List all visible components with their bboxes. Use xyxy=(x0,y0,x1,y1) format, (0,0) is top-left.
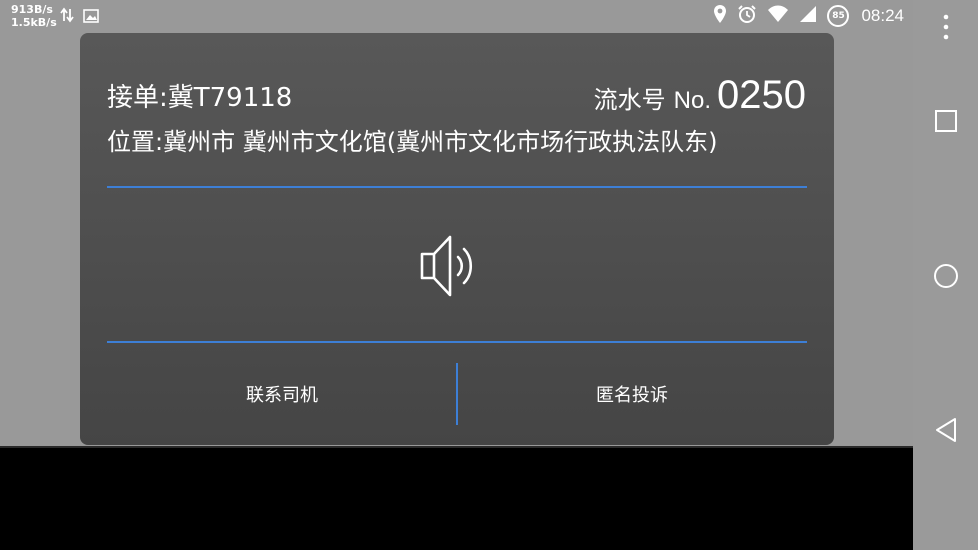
serial-label: 流水号 xyxy=(593,86,666,114)
net-speed-up: 913B/s xyxy=(11,3,53,16)
more-icon xyxy=(943,14,948,40)
serial-number-value: 0250 xyxy=(717,73,806,117)
divider-bottom xyxy=(107,341,807,343)
alarm-icon xyxy=(737,4,757,28)
anonymous-complaint-button[interactable]: 匿名投诉 xyxy=(457,363,807,425)
order-plate-label: 接单:冀T79118 xyxy=(107,83,293,113)
order-dialog: 接单:冀T79118 流水号 No. 0250 位置:冀州市 冀州市文化馆(冀州… xyxy=(80,33,834,445)
serial-number: 流水号 No. 0250 xyxy=(594,73,806,118)
speaker-icon xyxy=(420,235,473,297)
more-button[interactable] xyxy=(913,14,978,40)
location-icon xyxy=(713,4,727,28)
home-button[interactable] xyxy=(913,263,978,289)
wifi-icon xyxy=(767,5,789,27)
navigation-bar xyxy=(913,0,978,550)
net-speed-down: 1.5kB/s xyxy=(11,16,57,29)
image-icon xyxy=(83,8,99,27)
clock: 08:24 xyxy=(861,6,904,25)
recents-icon xyxy=(934,110,957,132)
signal-icon xyxy=(799,5,817,27)
location-label: 位置:冀州市 冀州市文化馆(冀州市文化市场行政执法队东) xyxy=(107,128,718,156)
background-area xyxy=(0,448,913,550)
back-icon xyxy=(935,418,956,442)
contact-driver-button[interactable]: 联系司机 xyxy=(107,363,457,425)
data-transfer-icon xyxy=(60,7,74,27)
battery-icon: 85 xyxy=(827,5,850,27)
back-button[interactable] xyxy=(913,417,978,443)
status-bar: 913B/s 1.5kB/s 85 08:24 xyxy=(0,0,913,32)
recents-button[interactable] xyxy=(913,109,978,133)
home-icon xyxy=(933,264,958,288)
speaker-button[interactable] xyxy=(418,231,488,301)
network-speed: 913B/s 1.5kB/s xyxy=(11,3,57,29)
divider-top xyxy=(107,186,807,188)
serial-no-prefix: No. xyxy=(673,87,712,114)
